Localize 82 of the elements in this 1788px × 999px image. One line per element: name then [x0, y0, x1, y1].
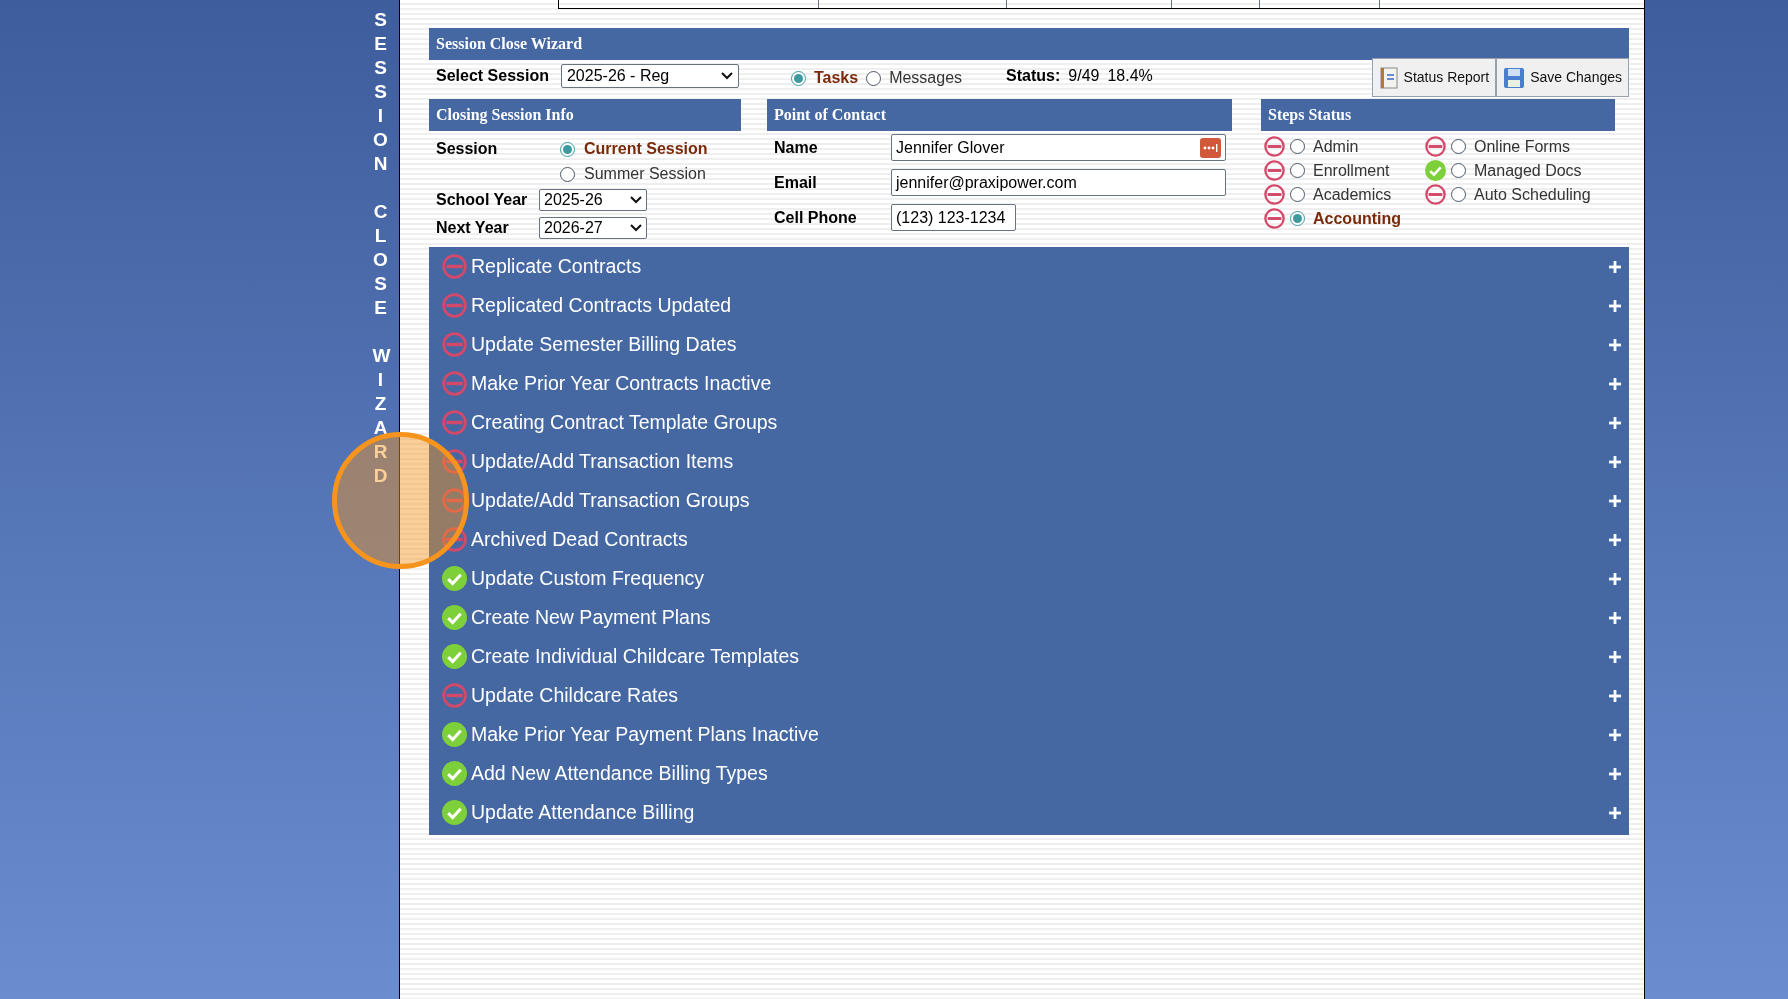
expand-icon[interactable] [1609, 611, 1621, 624]
session-select[interactable]: 2025-26 - Reg [560, 64, 739, 88]
status-percent: 18.4% [1107, 66, 1153, 86]
radio-button[interactable] [866, 70, 882, 86]
task-title[interactable]: Create New Payment Plans [471, 602, 711, 633]
expand-icon[interactable] [1609, 494, 1621, 507]
expand-icon[interactable] [1609, 806, 1621, 819]
radio-button[interactable] [1290, 187, 1305, 202]
task-title[interactable]: Create Individual Childcare Templates [471, 641, 800, 672]
task-title[interactable]: Update Semester Billing Dates [471, 329, 737, 360]
section-title: Steps Status [1261, 99, 1615, 131]
task-title[interactable]: Update/Add Transaction Groups [471, 485, 750, 516]
step-label[interactable]: Auto Scheduling [1474, 182, 1591, 207]
email-field[interactable]: jennifer@praxipower.com [891, 169, 1226, 196]
expand-icon[interactable] [1609, 767, 1621, 780]
expand-icon[interactable] [1609, 689, 1621, 702]
task-title[interactable]: Archived Dead Contracts [471, 524, 688, 555]
task-title[interactable]: Make Prior Year Payment Plans Inactive [471, 719, 819, 750]
step-label[interactable]: Academics [1313, 182, 1392, 207]
field-label: School Year [436, 190, 529, 210]
step-label[interactable]: Managed Docs [1474, 158, 1582, 183]
radio-button[interactable] [560, 166, 575, 182]
radio-button[interactable] [1451, 163, 1466, 178]
status-label: Status: [1006, 66, 1061, 86]
task-title[interactable]: Replicate Contracts [471, 251, 642, 282]
save-button[interactable]: Save Changes [1496, 58, 1629, 97]
task-title[interactable]: Update Custom Frequency [471, 563, 705, 594]
field-label: Cell Phone [774, 207, 858, 228]
field-label: Session [436, 139, 499, 159]
expand-icon[interactable] [1609, 377, 1621, 390]
field-label: Email [774, 172, 818, 193]
expand-icon[interactable] [1609, 533, 1621, 546]
name-field[interactable]: Jennifer Glover [891, 134, 1226, 161]
expand-icon[interactable] [1609, 299, 1621, 312]
radio-button[interactable] [790, 70, 806, 86]
phone-field[interactable]: (123) 123-1234 [891, 204, 1016, 231]
radio-button[interactable] [1290, 139, 1305, 154]
caret-icon [720, 72, 733, 80]
radio-button[interactable] [1290, 211, 1305, 226]
step-label[interactable]: Accounting [1313, 206, 1401, 231]
password-manager-icon[interactable] [1200, 137, 1221, 158]
expand-icon[interactable] [1609, 416, 1621, 429]
step-label[interactable]: Admin [1313, 134, 1359, 159]
task-title[interactable]: Update Attendance Billing [471, 797, 695, 828]
expand-icon[interactable] [1609, 572, 1621, 585]
task-title[interactable]: Add New Attendance Billing Types [471, 758, 768, 789]
side-title: CLOSE [372, 200, 389, 320]
status-report-button[interactable]: Status Report [1371, 58, 1497, 97]
step-label[interactable]: Enrollment [1313, 158, 1390, 183]
year-select[interactable]: 2026-27 [539, 217, 647, 239]
radio-button[interactable] [1451, 187, 1466, 202]
expand-icon[interactable] [1609, 338, 1621, 351]
year-select[interactable]: 2025-26 [539, 189, 647, 211]
option-label[interactable]: Summer Session [584, 162, 706, 186]
expand-icon[interactable] [1609, 650, 1621, 663]
radio-button[interactable] [560, 141, 575, 157]
radio-button[interactable] [1451, 139, 1466, 154]
option-label[interactable]: Messages [889, 66, 963, 90]
option-label[interactable]: Current Session [584, 137, 708, 161]
step-label[interactable]: Online Forms [1474, 134, 1571, 159]
status-count: 9/49 [1068, 66, 1100, 86]
field-label: Next Year [436, 218, 510, 238]
radio-button[interactable] [1290, 163, 1305, 178]
expand-icon[interactable] [1609, 455, 1621, 468]
notepad-icon [1378, 66, 1399, 89]
caret-icon [630, 224, 642, 232]
side-title: WIZARD [372, 344, 389, 488]
expand-icon[interactable] [1609, 260, 1621, 273]
side-title: SESSION [372, 8, 389, 176]
section-title: Closing Session Info [429, 99, 741, 131]
caret-icon [630, 196, 642, 204]
task-title[interactable]: Update Childcare Rates [471, 680, 679, 711]
task-title[interactable]: Make Prior Year Contracts Inactive [471, 368, 772, 399]
task-title[interactable]: Replicated Contracts Updated [471, 290, 732, 321]
wizard-title: Session Close Wizard [429, 28, 1629, 60]
field-label: Name [774, 137, 819, 158]
field-label: Select Session [436, 66, 549, 86]
expand-icon[interactable] [1609, 728, 1621, 741]
task-title[interactable]: Creating Contract Template Groups [471, 407, 778, 438]
option-label[interactable]: Tasks [813, 66, 859, 90]
task-title[interactable]: Update/Add Transaction Items [471, 446, 734, 477]
section-title: Point of Contact [767, 99, 1232, 131]
